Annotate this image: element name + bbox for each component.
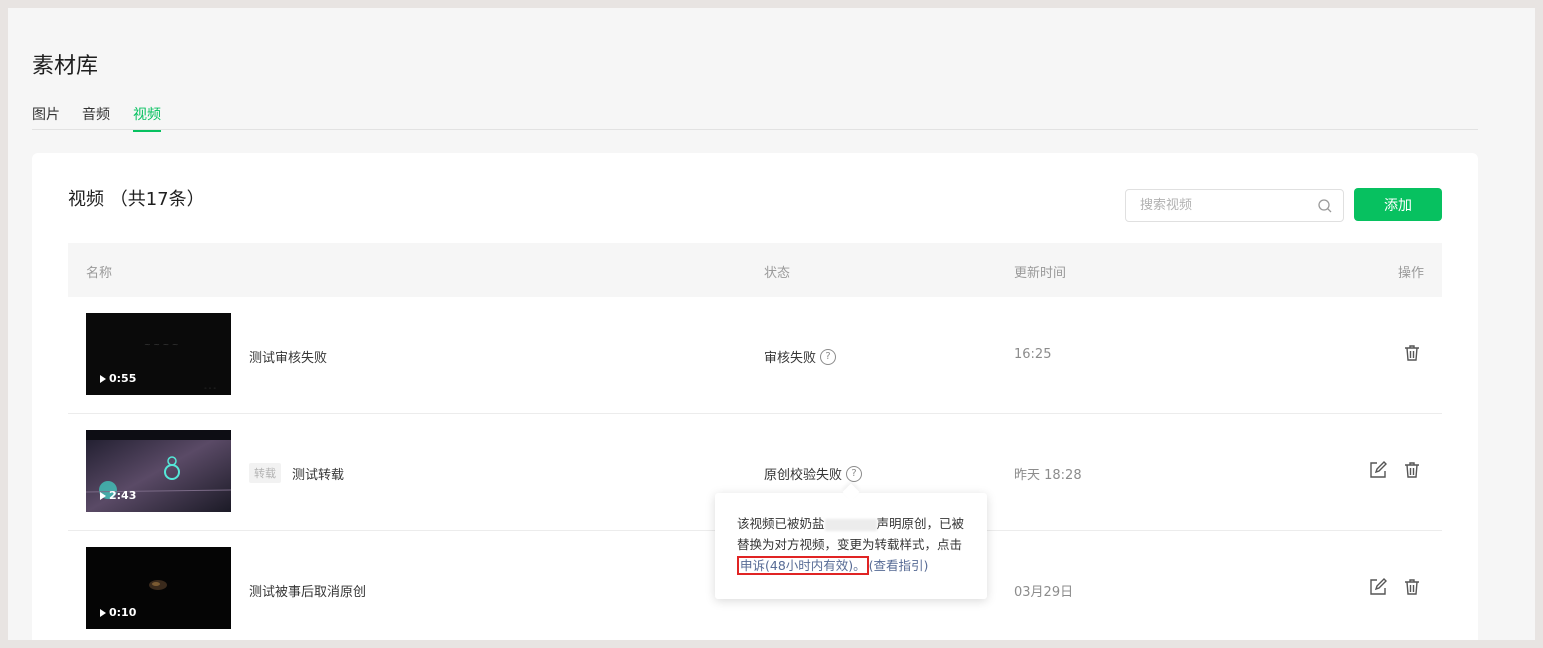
play-icon bbox=[100, 491, 106, 500]
appeal-link[interactable]: 申诉(48小时内有效)。 bbox=[737, 556, 869, 575]
tooltip-line-1: 该视频已被奶盐 声明原创，已被 bbox=[737, 516, 965, 531]
page-title: 素材库 bbox=[32, 54, 99, 79]
column-updated: 更新时间 bbox=[1014, 266, 1067, 281]
svg-text:~ ~ ~ ~: ~ ~ ~ ~ bbox=[144, 340, 178, 349]
view-guide-link[interactable]: (查看指引) bbox=[869, 558, 929, 573]
tooltip-line-2: 替换为对方视频，变更为转载样式，点击 bbox=[737, 537, 963, 552]
list-title: 视频 （共17条） bbox=[68, 189, 205, 210]
play-icon bbox=[100, 608, 106, 617]
help-icon[interactable]: ? bbox=[846, 465, 863, 482]
column-actions: 操作 bbox=[1398, 266, 1425, 281]
tooltip-line-3: 申诉(48小时内有效)。 (查看指引) bbox=[737, 555, 967, 576]
tab-bar: 图片 音频 视频 bbox=[32, 104, 1478, 132]
updated-time: 03月29日 bbox=[1014, 585, 1074, 600]
delete-icon[interactable] bbox=[1402, 343, 1422, 363]
updated-time: 昨天 18:28 bbox=[1014, 468, 1082, 483]
repost-tag: 转载 bbox=[249, 463, 281, 483]
add-button[interactable]: 添加 bbox=[1354, 188, 1442, 221]
video-name[interactable]: 测试转载 bbox=[292, 464, 344, 483]
table-row: ~ ~ ~ ~ ◦ ◦ ◦ 0:55 测试审核失败 审核失败 ? 16:25 bbox=[68, 297, 1442, 414]
table-header: 名称 状态 更新时间 操作 bbox=[68, 243, 1442, 297]
delete-icon[interactable] bbox=[1402, 460, 1422, 480]
column-name: 名称 bbox=[86, 266, 113, 281]
updated-time: 16:25 bbox=[1014, 347, 1052, 362]
video-status: 审核失败 ? bbox=[764, 347, 837, 366]
help-icon[interactable]: ? bbox=[820, 348, 837, 365]
video-thumbnail[interactable]: 2:43 bbox=[86, 430, 231, 512]
search-icon[interactable] bbox=[1317, 198, 1333, 214]
svg-text:◦ ◦ ◦: ◦ ◦ ◦ bbox=[204, 386, 216, 392]
redacted-text bbox=[824, 518, 877, 531]
tab-audio[interactable]: 音频 bbox=[82, 104, 110, 130]
video-status: 原创校验失败 ? bbox=[764, 464, 863, 483]
video-thumbnail[interactable]: ~ ~ ~ ~ ◦ ◦ ◦ 0:55 bbox=[86, 313, 231, 395]
video-thumbnail[interactable]: 0:10 bbox=[86, 547, 231, 629]
search-box bbox=[1125, 189, 1344, 222]
video-name[interactable]: 测试被事后取消原创 bbox=[249, 581, 366, 600]
tab-video[interactable]: 视频 bbox=[133, 104, 161, 132]
column-status: 状态 bbox=[764, 266, 791, 281]
edit-icon[interactable] bbox=[1368, 460, 1388, 480]
duration-badge: 0:55 bbox=[100, 372, 136, 385]
search-input[interactable] bbox=[1126, 190, 1316, 221]
delete-icon[interactable] bbox=[1402, 577, 1422, 597]
edit-icon[interactable] bbox=[1368, 577, 1388, 597]
status-tooltip: 该视频已被奶盐 声明原创，已被 替换为对方视频，变更为转载样式，点击 申诉(48小… bbox=[715, 493, 987, 599]
tab-images[interactable]: 图片 bbox=[32, 104, 60, 130]
play-icon bbox=[100, 374, 106, 383]
duration-badge: 0:10 bbox=[100, 606, 136, 619]
app-frame: 素材库 图片 音频 视频 视频 （共17条） 添加 名称 状态 更新时间 操作 bbox=[8, 8, 1535, 640]
duration-badge: 2:43 bbox=[100, 489, 136, 502]
video-name[interactable]: 测试审核失败 bbox=[249, 347, 327, 366]
